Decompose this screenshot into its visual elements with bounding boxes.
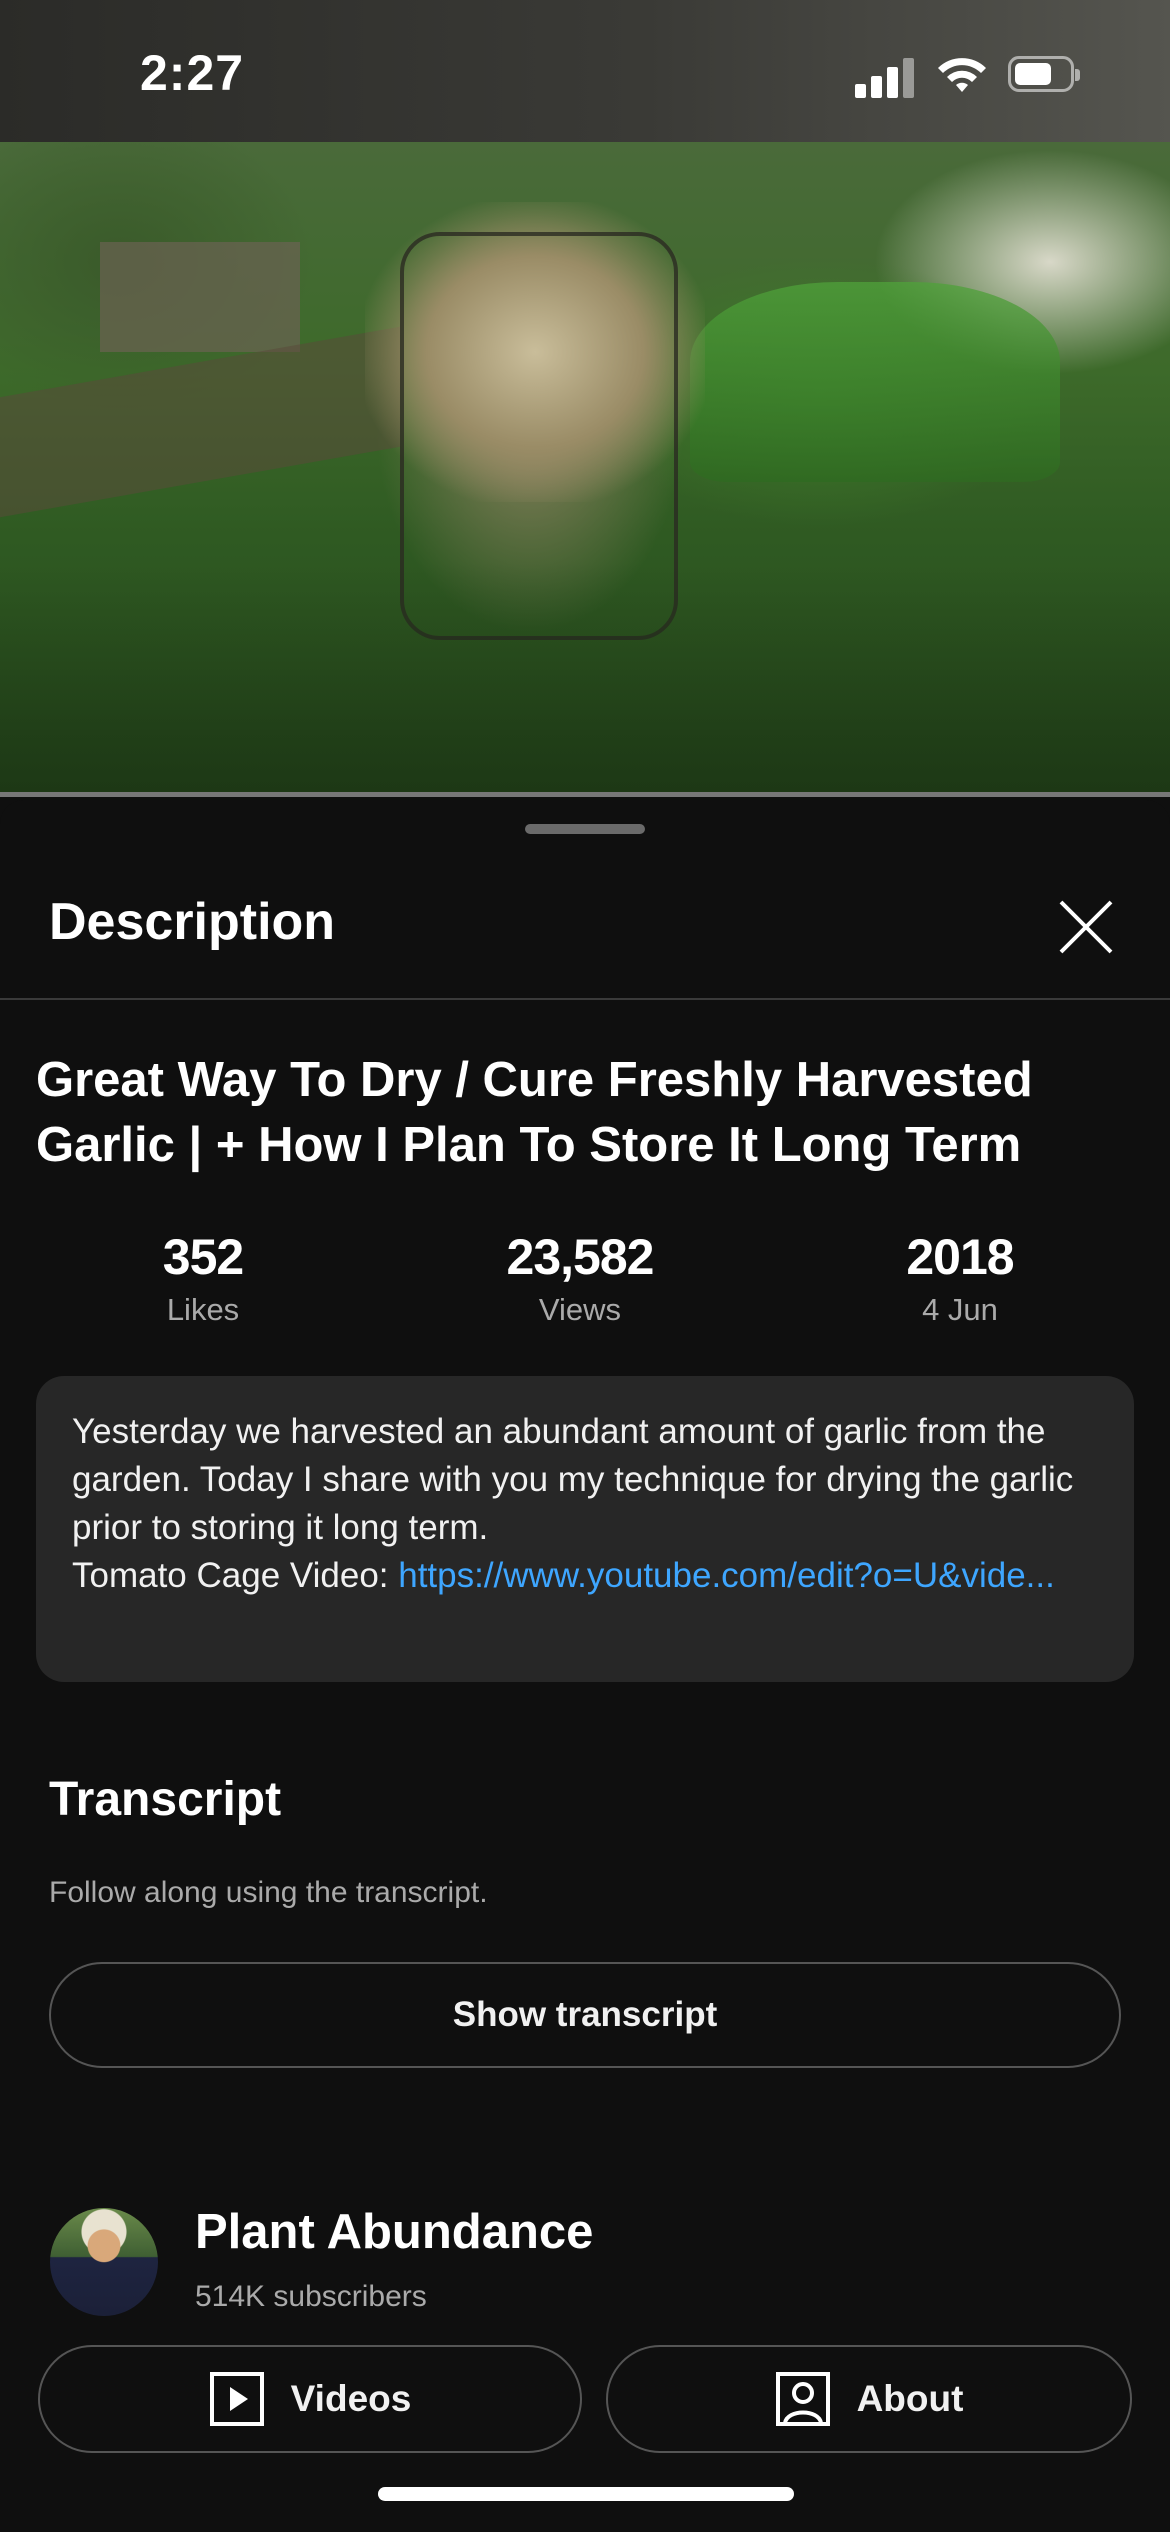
divider	[0, 998, 1170, 1000]
sheet-title: Description	[49, 893, 336, 951]
videos-button-label: Videos	[290, 2378, 412, 2419]
play-icon	[209, 2371, 265, 2427]
stat-views: 23,582 Views	[430, 1228, 730, 1328]
channel-avatar[interactable]	[50, 2208, 158, 2316]
views-count: 23,582	[506, 1229, 655, 1285]
status-bar: 2:27	[0, 0, 1170, 142]
views-label: Views	[538, 1292, 622, 1327]
description-box: Yesterday we harvested an abundant amoun…	[36, 1376, 1134, 1682]
about-button-label: About	[856, 2378, 964, 2419]
signal-icon	[855, 56, 915, 98]
video-player[interactable]	[0, 142, 1170, 796]
description-sheet: Description Great Way To Dry / Cure Fres…	[0, 800, 1170, 2532]
videos-button[interactable]: Videos	[38, 2345, 582, 2453]
video-progress-bar[interactable]	[0, 792, 1170, 797]
stat-likes: 352 Likes	[53, 1228, 353, 1328]
likes-count: 352	[162, 1229, 244, 1285]
wifi-icon	[938, 58, 986, 92]
likes-label: Likes	[166, 1292, 240, 1327]
status-time: 2:27	[140, 45, 245, 101]
close-icon[interactable]	[1055, 896, 1117, 958]
show-transcript-button[interactable]: Show transcript	[49, 1962, 1121, 2068]
channel-name[interactable]: Plant Abundance	[195, 2204, 593, 2260]
description-text: Yesterday we harvested an abundant amoun…	[72, 1412, 1074, 1547]
about-button[interactable]: About	[606, 2345, 1132, 2453]
publish-year: 2018	[906, 1229, 1014, 1285]
transcript-title: Transcript	[49, 1773, 282, 1826]
description-link-prefix: Tomato Cage Video:	[72, 1556, 399, 1595]
stat-date: 2018 4 Jun	[810, 1228, 1110, 1328]
description-link[interactable]: https://www.youtube.com/edit?o=U&vide...	[398, 1556, 1055, 1595]
sheet-drag-handle[interactable]	[525, 824, 645, 834]
person-icon	[775, 2371, 831, 2427]
channel-subscribers: 514K subscribers	[195, 2280, 427, 2313]
battery-icon	[1008, 56, 1080, 92]
transcript-subtitle: Follow along using the transcript.	[49, 1876, 488, 1909]
home-indicator[interactable]	[378, 2487, 794, 2501]
publish-date: 4 Jun	[922, 1292, 998, 1327]
video-title: Great Way To Dry / Cure Freshly Harveste…	[36, 1053, 1033, 1172]
